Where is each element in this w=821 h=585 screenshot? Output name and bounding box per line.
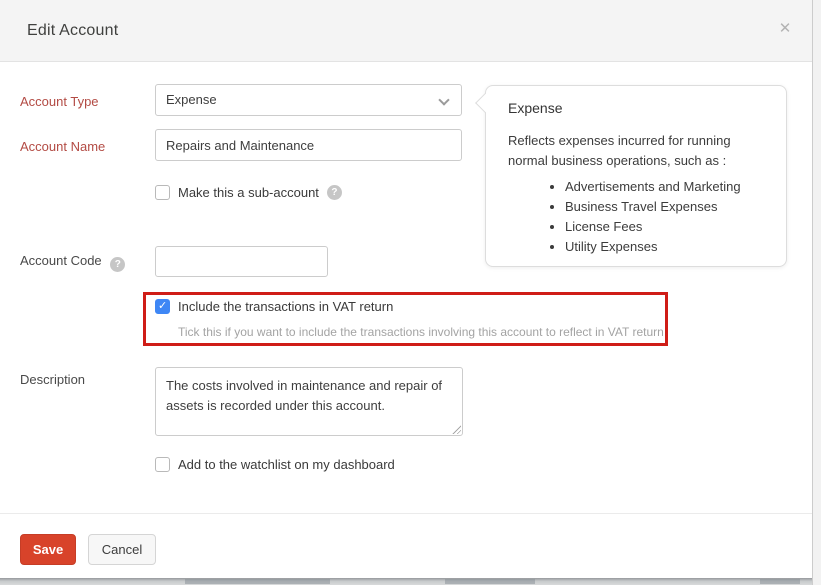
vat-label: Include the transactions in VAT return — [178, 299, 393, 314]
watchlist-row: Add to the watchlist on my dashboard — [155, 457, 395, 472]
sub-account-label: Make this a sub-account — [178, 185, 319, 200]
account-code-label-text: Account Code — [20, 253, 102, 268]
close-icon[interactable]: ✕ — [776, 20, 794, 38]
background-smudge — [185, 579, 330, 584]
list-item: Business Travel Expenses — [565, 197, 768, 217]
modal-header: Edit Account ✕ — [0, 0, 812, 62]
popover-example-list: Advertisements and Marketing Business Tr… — [508, 177, 768, 257]
background-right-strip — [812, 0, 821, 585]
cancel-button[interactable]: Cancel — [88, 534, 156, 565]
watchlist-checkbox[interactable] — [155, 457, 170, 472]
background-smudge — [445, 579, 535, 584]
account-code-input[interactable] — [155, 246, 328, 277]
popover-description: Reflects expenses incurred for running n… — [508, 131, 768, 171]
modal-footer: Save Cancel — [0, 513, 812, 578]
list-item: Utility Expenses — [565, 237, 768, 257]
page-title: Edit Account — [27, 22, 118, 40]
background-bottom-strip — [0, 578, 812, 585]
popover-title: Expense — [508, 100, 768, 116]
help-icon[interactable]: ? — [327, 185, 342, 200]
account-type-label: Account Type — [20, 94, 99, 109]
save-button[interactable]: Save — [20, 534, 76, 565]
vat-row: Include the transactions in VAT return — [155, 299, 393, 314]
help-icon[interactable]: ? — [110, 257, 125, 272]
account-type-value: Expense — [166, 92, 217, 107]
sub-account-row: Make this a sub-account ? — [155, 185, 342, 200]
vat-checkbox[interactable] — [155, 299, 170, 314]
account-type-select[interactable]: Expense — [155, 84, 462, 116]
list-item: License Fees — [565, 217, 768, 237]
list-item: Advertisements and Marketing — [565, 177, 768, 197]
edit-account-modal: Edit Account ✕ Account Type Expense Acco… — [0, 0, 821, 585]
account-name-label: Account Name — [20, 139, 105, 154]
background-smudge — [760, 579, 800, 584]
description-textarea[interactable]: The costs involved in maintenance and re… — [155, 367, 463, 436]
popover-arrow — [475, 93, 495, 113]
account-type-info-popover: Expense Reflects expenses incurred for r… — [485, 85, 787, 267]
description-label: Description — [20, 372, 85, 387]
account-code-label: Account Code ? — [20, 253, 125, 272]
vat-helper-text: Tick this if you want to include the tra… — [178, 325, 664, 339]
sub-account-checkbox[interactable] — [155, 185, 170, 200]
account-name-input[interactable] — [155, 129, 462, 161]
watchlist-label: Add to the watchlist on my dashboard — [178, 457, 395, 472]
chevron-down-icon — [438, 94, 449, 105]
